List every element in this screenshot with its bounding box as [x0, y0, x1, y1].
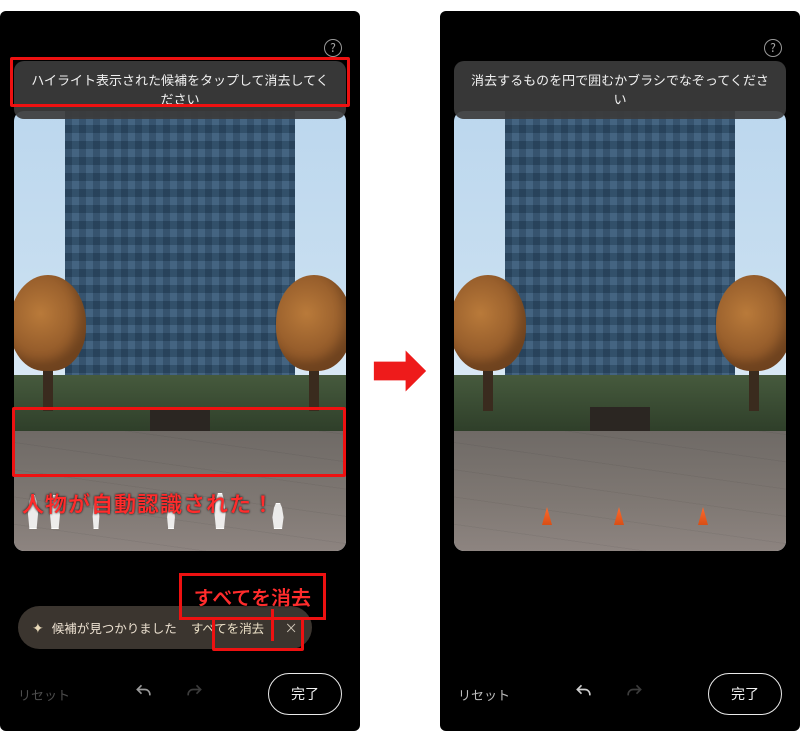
photo-plaza [454, 431, 786, 551]
hint-banner: 消去するものを円で囲むかブラシでなぞってください [454, 61, 786, 119]
undo-icon[interactable] [133, 682, 155, 706]
callout-connector [271, 609, 274, 641]
photo-plaza [14, 431, 346, 551]
undo-icon[interactable] [573, 682, 595, 706]
photo-tree-left [14, 271, 88, 411]
reset-button[interactable]: リセット [458, 685, 510, 704]
phone-right: ? 消去するものを円で囲むかブラシでなぞってください リセット [440, 11, 800, 731]
photo-tree-right [714, 271, 786, 411]
hint-text: 消去するものを円で囲むかブラシでなぞってください [471, 70, 769, 108]
hint-banner: ハイライト表示された候補をタップして消去してください [14, 61, 346, 119]
phone-left: ? ハイライト表示された候補をタップして消去してください 人物が [0, 11, 360, 731]
comparison-stage: ? ハイライト表示された候補をタップして消去してください 人物が [0, 11, 800, 731]
erase-all-action[interactable]: すべてを消去 [185, 614, 270, 641]
undo-redo-group [573, 682, 645, 706]
undo-redo-group [133, 682, 205, 706]
bottom-bar: リセット 完了 [440, 669, 800, 719]
snackbar-message: 候補が見つかりました [52, 618, 177, 637]
photo-canvas[interactable] [454, 111, 786, 551]
done-button[interactable]: 完了 [708, 673, 782, 715]
redo-icon[interactable] [623, 682, 645, 706]
done-button[interactable]: 完了 [268, 673, 342, 715]
hint-text: ハイライト表示された候補をタップして消去してください [31, 70, 329, 108]
help-icon[interactable]: ? [764, 39, 782, 57]
photo-tree-left [454, 271, 528, 411]
sparkle-icon: ✦ [32, 618, 44, 638]
suggestion-snackbar: ✦ 候補が見つかりました すべてを消去 × [18, 606, 312, 649]
reset-button[interactable]: リセット [18, 685, 70, 704]
snackbar-close-icon[interactable]: × [278, 615, 304, 641]
photo-tree-right [274, 271, 346, 411]
bottom-bar: リセット 完了 [0, 669, 360, 719]
redo-icon[interactable] [183, 682, 205, 706]
photo-canvas[interactable] [14, 111, 346, 551]
arrow-icon [370, 341, 430, 401]
help-icon[interactable]: ? [324, 39, 342, 57]
